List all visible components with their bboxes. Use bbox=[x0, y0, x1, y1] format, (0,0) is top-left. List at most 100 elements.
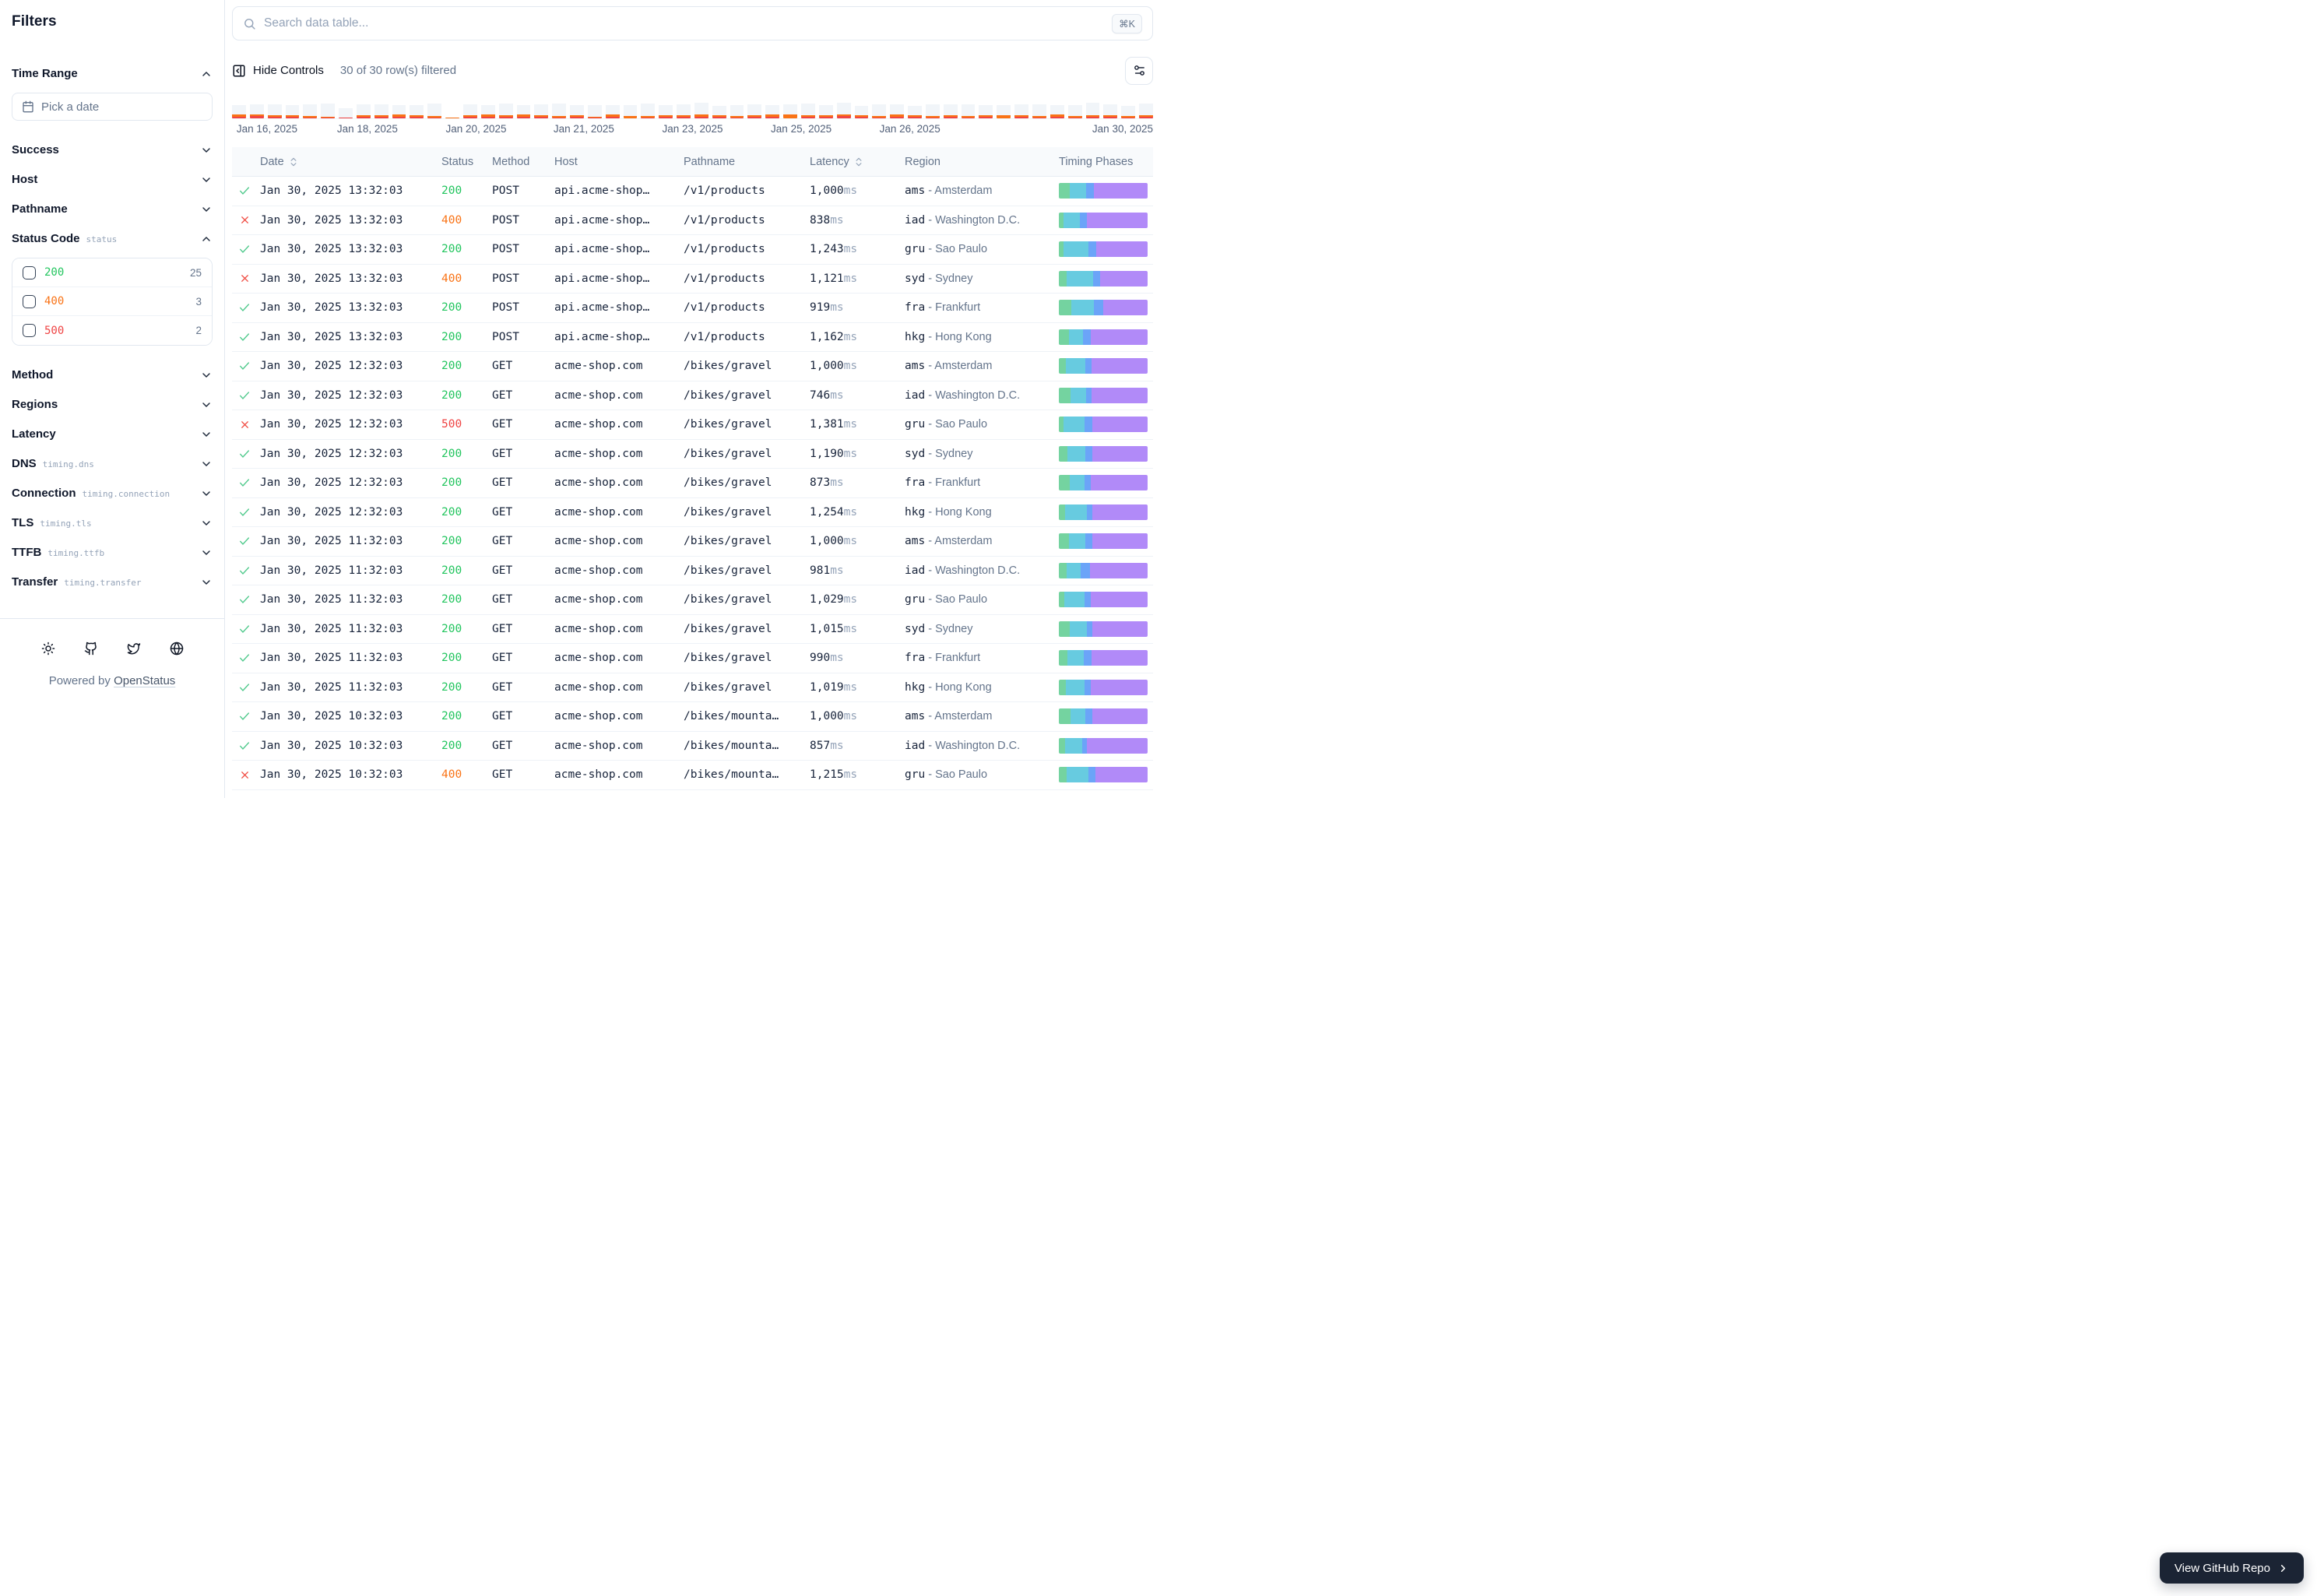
table-row[interactable]: Jan 30, 2025 13:32:03200POSTapi.acme-sho… bbox=[232, 177, 1153, 206]
histogram-bar[interactable] bbox=[624, 102, 638, 118]
histogram-bar[interactable] bbox=[552, 102, 566, 118]
filter-section-header[interactable]: Transfertiming.transfer bbox=[12, 573, 213, 591]
histogram-bar[interactable] bbox=[427, 102, 441, 118]
filter-section-header[interactable]: Success bbox=[12, 141, 213, 159]
histogram-bar[interactable] bbox=[979, 102, 993, 118]
histogram-bar[interactable] bbox=[1103, 102, 1117, 118]
histogram-bar[interactable] bbox=[588, 102, 602, 118]
histogram-bar[interactable] bbox=[321, 102, 335, 118]
table-row[interactable]: Jan 30, 2025 10:32:03200GETacme-shop.com… bbox=[232, 732, 1153, 761]
view-github-repo-button[interactable]: View GitHub Repo bbox=[2160, 1552, 2304, 1584]
histogram-bar[interactable] bbox=[747, 102, 761, 118]
filter-section-header[interactable]: Status Codestatus bbox=[12, 230, 213, 248]
date-picker-input[interactable]: Pick a date bbox=[12, 93, 213, 121]
histogram-bar[interactable] bbox=[765, 102, 779, 118]
histogram-bar[interactable] bbox=[1139, 102, 1153, 118]
table-row[interactable]: Jan 30, 2025 13:32:03200POSTapi.acme-sho… bbox=[232, 294, 1153, 323]
histogram-bar[interactable] bbox=[694, 102, 708, 118]
histogram-bar[interactable] bbox=[1050, 102, 1064, 118]
sort-chevrons-icon[interactable] bbox=[288, 156, 299, 167]
histogram-bar[interactable] bbox=[1068, 102, 1082, 118]
table-row[interactable]: Jan 30, 2025 11:32:03200GETacme-shop.com… bbox=[232, 527, 1153, 557]
histogram-bar[interactable] bbox=[819, 102, 833, 118]
twitter-icon[interactable] bbox=[125, 639, 143, 658]
column-header-latency[interactable]: Latency bbox=[807, 156, 902, 168]
table-row[interactable]: Jan 30, 2025 13:32:03200POSTapi.acme-sho… bbox=[232, 323, 1153, 353]
sun-icon[interactable] bbox=[39, 639, 58, 658]
status-option-500[interactable]: 5002 bbox=[12, 316, 212, 345]
histogram-bar[interactable] bbox=[1121, 102, 1135, 118]
table-row[interactable]: Jan 30, 2025 12:32:03200GETacme-shop.com… bbox=[232, 498, 1153, 528]
filter-section-header[interactable]: TTFBtiming.ttfb bbox=[12, 543, 213, 561]
table-row[interactable]: Jan 30, 2025 11:32:03200GETacme-shop.com… bbox=[232, 673, 1153, 703]
github-icon[interactable] bbox=[82, 639, 100, 658]
filter-section-header[interactable]: Pathname bbox=[12, 200, 213, 218]
histogram-bar[interactable] bbox=[499, 102, 513, 118]
filter-section-header[interactable]: Time Range bbox=[12, 65, 213, 83]
histogram-bar[interactable] bbox=[570, 102, 584, 118]
table-row[interactable]: Jan 30, 2025 11:32:03200GETacme-shop.com… bbox=[232, 644, 1153, 673]
table-row[interactable]: Jan 30, 2025 12:32:03200GETacme-shop.com… bbox=[232, 440, 1153, 469]
filter-section-header[interactable]: DNStiming.dns bbox=[12, 455, 213, 473]
filter-section-header[interactable]: Regions bbox=[12, 395, 213, 413]
filter-section-header[interactable]: Latency bbox=[12, 425, 213, 443]
status-option-200[interactable]: 20025 bbox=[12, 258, 212, 287]
histogram-bar[interactable] bbox=[801, 102, 815, 118]
histogram-bar[interactable] bbox=[659, 102, 673, 118]
table-row[interactable]: Jan 30, 2025 12:32:03500GETacme-shop.com… bbox=[232, 410, 1153, 440]
openstatus-link[interactable]: OpenStatus bbox=[114, 674, 175, 687]
histogram-bar[interactable] bbox=[357, 102, 371, 118]
column-header-date[interactable]: Date bbox=[257, 156, 438, 168]
histogram-bar[interactable] bbox=[339, 102, 353, 118]
histogram-bar[interactable] bbox=[445, 102, 459, 118]
histogram-bar[interactable] bbox=[463, 102, 477, 118]
status-checkbox-200[interactable] bbox=[23, 266, 36, 279]
sort-chevrons-icon[interactable] bbox=[853, 156, 864, 167]
histogram-bar[interactable] bbox=[286, 102, 300, 118]
histogram-bar[interactable] bbox=[1014, 102, 1028, 118]
table-row[interactable]: Jan 30, 2025 12:32:03200GETacme-shop.com… bbox=[232, 381, 1153, 411]
filter-section-header[interactable]: Host bbox=[12, 170, 213, 188]
table-row[interactable]: Jan 30, 2025 10:32:03400GETacme-shop.com… bbox=[232, 761, 1153, 790]
histogram-bar[interactable] bbox=[872, 102, 886, 118]
histogram-bar[interactable] bbox=[837, 102, 851, 118]
status-checkbox-500[interactable] bbox=[23, 324, 36, 337]
histogram-bar[interactable] bbox=[712, 102, 726, 118]
histogram-bar[interactable] bbox=[926, 102, 940, 118]
table-row[interactable]: Jan 30, 2025 12:32:03200GETacme-shop.com… bbox=[232, 352, 1153, 381]
table-row[interactable]: Jan 30, 2025 11:32:03200GETacme-shop.com… bbox=[232, 615, 1153, 645]
filter-section-header[interactable]: TLStiming.tls bbox=[12, 514, 213, 532]
histogram-bar[interactable] bbox=[534, 102, 548, 118]
histogram-bar[interactable] bbox=[962, 102, 976, 118]
histogram-bar[interactable] bbox=[481, 102, 495, 118]
histogram-bar[interactable] bbox=[517, 102, 531, 118]
status-checkbox-400[interactable] bbox=[23, 295, 36, 308]
histogram-bar[interactable] bbox=[1086, 102, 1100, 118]
histogram-bar[interactable] bbox=[730, 102, 744, 118]
histogram-bar[interactable] bbox=[1032, 102, 1046, 118]
histogram-bar[interactable] bbox=[783, 102, 797, 118]
table-row[interactable]: Jan 30, 2025 13:32:03200POSTapi.acme-sho… bbox=[232, 235, 1153, 265]
table-row[interactable]: Jan 30, 2025 13:32:03400POSTapi.acme-sho… bbox=[232, 265, 1153, 294]
filter-section-header[interactable]: Connectiontiming.connection bbox=[12, 484, 213, 502]
histogram-bar[interactable] bbox=[303, 102, 317, 118]
histogram-bar[interactable] bbox=[392, 102, 406, 118]
filter-section-header[interactable]: Method bbox=[12, 366, 213, 384]
table-row[interactable]: Jan 30, 2025 13:32:03400POSTapi.acme-sho… bbox=[232, 206, 1153, 236]
table-row[interactable]: Jan 30, 2025 11:32:03200GETacme-shop.com… bbox=[232, 557, 1153, 586]
search-input[interactable]: Search data table... ⌘K bbox=[232, 6, 1153, 40]
histogram-bar[interactable] bbox=[606, 102, 620, 118]
histogram-bar[interactable] bbox=[232, 102, 246, 118]
table-row[interactable]: Jan 30, 2025 11:32:03200GETacme-shop.com… bbox=[232, 585, 1153, 615]
status-option-400[interactable]: 4003 bbox=[12, 287, 212, 316]
table-row[interactable]: Jan 30, 2025 12:32:03200GETacme-shop.com… bbox=[232, 469, 1153, 498]
histogram-bar[interactable] bbox=[997, 102, 1011, 118]
histogram-bar[interactable] bbox=[677, 102, 691, 118]
histogram-bar[interactable] bbox=[890, 102, 904, 118]
histogram-bar[interactable] bbox=[944, 102, 958, 118]
histogram-bar[interactable] bbox=[410, 102, 424, 118]
histogram-bar[interactable] bbox=[855, 102, 869, 118]
hide-controls-button[interactable]: Hide Controls bbox=[232, 64, 324, 78]
globe-icon[interactable] bbox=[167, 639, 186, 658]
table-row[interactable]: Jan 30, 2025 10:32:03200GETacme-shop.com… bbox=[232, 702, 1153, 732]
